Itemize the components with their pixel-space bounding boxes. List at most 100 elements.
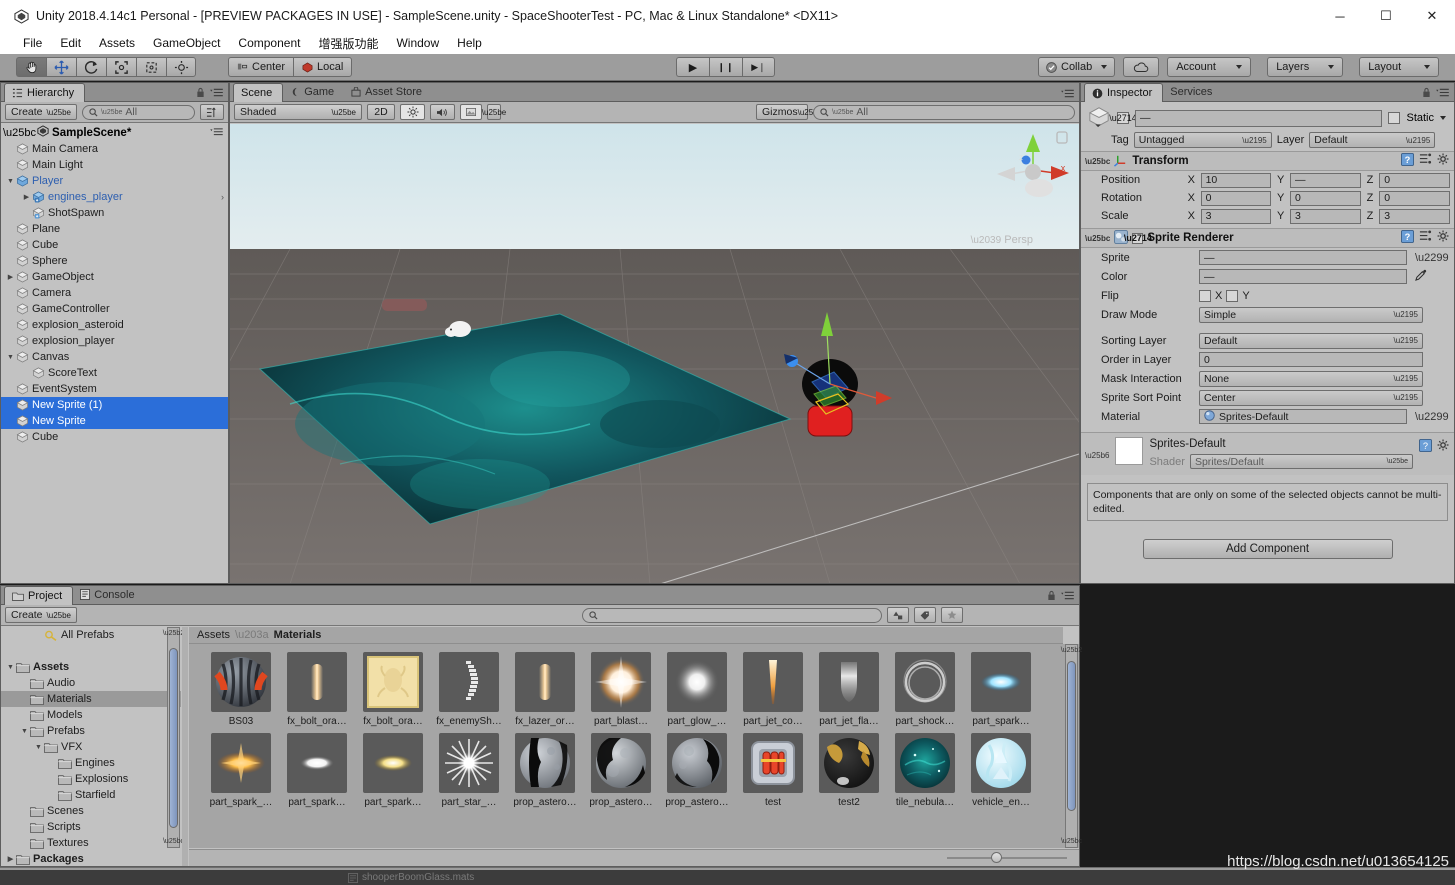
prefab-open-chevron-icon[interactable]: ›	[221, 192, 224, 202]
transform-position-x-input[interactable]: 10	[1200, 172, 1272, 188]
sprite-renderer-header[interactable]: \u25bc \u2714 Sprite Renderer ?	[1081, 228, 1454, 248]
hierarchy-list[interactable]: Main Camera Main Light ▼ Player ▶ engines_pla…	[1, 141, 228, 583]
asset-item[interactable]: part_jet_co…	[735, 652, 811, 727]
project-tree-item-materials[interactable]: Materials	[1, 691, 181, 707]
transform-position-z-input[interactable]: 0	[1379, 172, 1451, 188]
shader-dropdown[interactable]: Sprites/Default \u25be	[1189, 454, 1413, 469]
hierarchy-item-player[interactable]: ▼ Player	[1, 173, 228, 189]
hand-tool-button[interactable]	[16, 57, 46, 77]
tab-console[interactable]: Console	[73, 585, 144, 604]
tab-project[interactable]: Project	[4, 586, 74, 605]
scroll-down-arrow-icon[interactable]: \u25bc	[163, 836, 184, 847]
step-button[interactable]: ▶❘	[742, 57, 775, 77]
hierarchy-item-plane[interactable]: Plane	[1, 221, 228, 237]
hierarchy-scene-row[interactable]: \u25bc SampleScene*	[1, 124, 228, 141]
play-button[interactable]: ▶	[676, 57, 709, 77]
project-favorites-button[interactable]	[940, 607, 963, 623]
transform-tool-button[interactable]	[166, 57, 196, 77]
maximize-button[interactable]: ☐	[1363, 0, 1409, 32]
project-asset-grid[interactable]: BS03 fx_bolt_ora… fx_bolt_ora… fx_enemySh… f…	[189, 644, 1079, 848]
hierarchy-create-button[interactable]: Create \u25be	[5, 104, 77, 120]
sprite-object-field[interactable]: —	[1199, 250, 1407, 265]
draw-mode-dropdown[interactable]: Simple \u2195	[1199, 306, 1423, 323]
rotate-tool-button[interactable]	[76, 57, 106, 77]
hierarchy-item-eventsystem[interactable]: EventSystem	[1, 381, 228, 397]
twisty-icon[interactable]: ▶	[5, 855, 16, 863]
scene-audio-toggle[interactable]	[430, 104, 455, 120]
transform-scale-z-input[interactable]: 3	[1379, 208, 1451, 224]
transform-twisty-icon[interactable]: \u25bc	[1085, 157, 1110, 166]
twisty-icon[interactable]: ▼	[5, 178, 16, 185]
hierarchy-item-sphere[interactable]: Sphere	[1, 253, 228, 269]
gear-icon[interactable]	[1437, 153, 1450, 169]
hierarchy-item-gameobject[interactable]: ▶ GameObject	[1, 269, 228, 285]
asset-item[interactable]: part_spark_…	[203, 733, 279, 808]
layer-dropdown[interactable]: Default \u2195	[1309, 132, 1436, 148]
asset-item[interactable]: test2	[811, 733, 887, 808]
static-chevron-icon[interactable]	[1440, 116, 1446, 120]
hierarchy-item-gamecontroller[interactable]: GameController	[1, 301, 228, 317]
zoom-slider-thumb[interactable]	[991, 852, 1002, 863]
sprite-renderer-enabled-checkbox[interactable]: \u2714	[1124, 232, 1152, 244]
asset-item[interactable]: fx_bolt_ora…	[355, 652, 431, 727]
transform-position-y-input[interactable]: —	[1289, 172, 1361, 188]
project-grid-scrollbar[interactable]: \u25b2 \u25bc	[1061, 644, 1082, 848]
hierarchy-item-new-sprite[interactable]: New Sprite	[1, 413, 228, 429]
hierarchy-item-explosion-player[interactable]: explosion_player	[1, 333, 228, 349]
asset-item[interactable]: prop_astero…	[583, 733, 659, 808]
layout-button[interactable]: Layout	[1359, 57, 1440, 77]
breadcrumb-assets[interactable]: Assets	[197, 629, 230, 641]
hierarchy-item-main-light[interactable]: Main Light	[1, 157, 228, 173]
tab-services[interactable]: Services	[1163, 82, 1222, 101]
scene-lighting-toggle[interactable]	[400, 104, 425, 120]
project-tree-scrollbar[interactable]: \u25b2 \u25bc	[163, 627, 184, 848]
pivot-mode-button[interactable]: Center	[228, 57, 294, 77]
pivot-rotation-button[interactable]: Local	[293, 57, 353, 77]
project-filter-label-button[interactable]	[913, 607, 936, 623]
twisty-icon[interactable]: ▼	[5, 354, 16, 361]
project-tree-item-engines[interactable]: Engines	[1, 755, 181, 771]
gameobject-name-input[interactable]: —	[1135, 109, 1383, 127]
project-tree-item-assets[interactable]: ▼ Assets	[1, 659, 181, 675]
tab-hierarchy[interactable]: Hierarchy	[4, 83, 86, 102]
transform-scale-x-input[interactable]: 3	[1200, 208, 1272, 224]
project-tree-item-textures[interactable]: Textures	[1, 835, 181, 851]
hierarchy-menu-icon[interactable]	[210, 88, 223, 100]
menu-item-gameobject[interactable]: GameObject	[144, 34, 229, 52]
pause-button[interactable]: ❙❙	[709, 57, 742, 77]
preset-icon[interactable]	[1419, 230, 1432, 246]
tab-game[interactable]: Game	[283, 82, 344, 101]
project-tree-item-packages[interactable]: ▶ Packages	[1, 851, 181, 866]
asset-item[interactable]: BS03	[203, 652, 279, 727]
twisty-icon[interactable]: ▼	[5, 664, 16, 671]
menu-item-help[interactable]: Help	[448, 34, 491, 52]
asset-item[interactable]: test	[735, 733, 811, 808]
scene-fx-toggle[interactable]	[460, 104, 482, 120]
project-filter-type-button[interactable]	[886, 607, 909, 623]
scroll-up-arrow-icon[interactable]: \u25b2	[1061, 645, 1082, 656]
menu-item-assets[interactable]: Assets	[90, 34, 144, 52]
asset-item[interactable]: part_spark…	[355, 733, 431, 808]
project-tree-item-audio[interactable]: Audio	[1, 675, 181, 691]
gear-icon[interactable]	[1437, 439, 1450, 455]
collab-button[interactable]: Collab	[1038, 57, 1116, 77]
mask-interaction-dropdown[interactable]: None \u2195	[1199, 370, 1423, 387]
hierarchy-item-camera[interactable]: Camera	[1, 285, 228, 301]
material-picker-icon[interactable]: \u2299	[1415, 411, 1449, 423]
eyedropper-icon[interactable]	[1415, 269, 1427, 284]
scene-gizmos-dropdown[interactable]: Gizmos \u25be	[756, 104, 822, 120]
sprite-renderer-twisty-icon[interactable]: \u25bc	[1085, 234, 1110, 243]
asset-item[interactable]: prop_astero…	[507, 733, 583, 808]
project-splitter[interactable]	[182, 627, 188, 866]
asset-item[interactable]: part_glow_…	[659, 652, 735, 727]
hierarchy-sort-button[interactable]	[200, 104, 224, 120]
sprite-sort-point-dropdown[interactable]: Center \u2195	[1199, 389, 1423, 406]
scene-options-icon[interactable]	[210, 127, 228, 139]
order-in-layer-input[interactable]: 0	[1199, 352, 1423, 367]
asset-item[interactable]: part_jet_fla…	[811, 652, 887, 727]
inspector-lock-icon[interactable]	[1422, 87, 1431, 101]
move-tool-button[interactable]	[46, 57, 76, 77]
project-tree-item-scripts[interactable]: Scripts	[1, 819, 181, 835]
project-search-input[interactable]	[581, 607, 882, 623]
scroll-down-arrow-icon[interactable]: \u25bc	[1061, 836, 1082, 847]
